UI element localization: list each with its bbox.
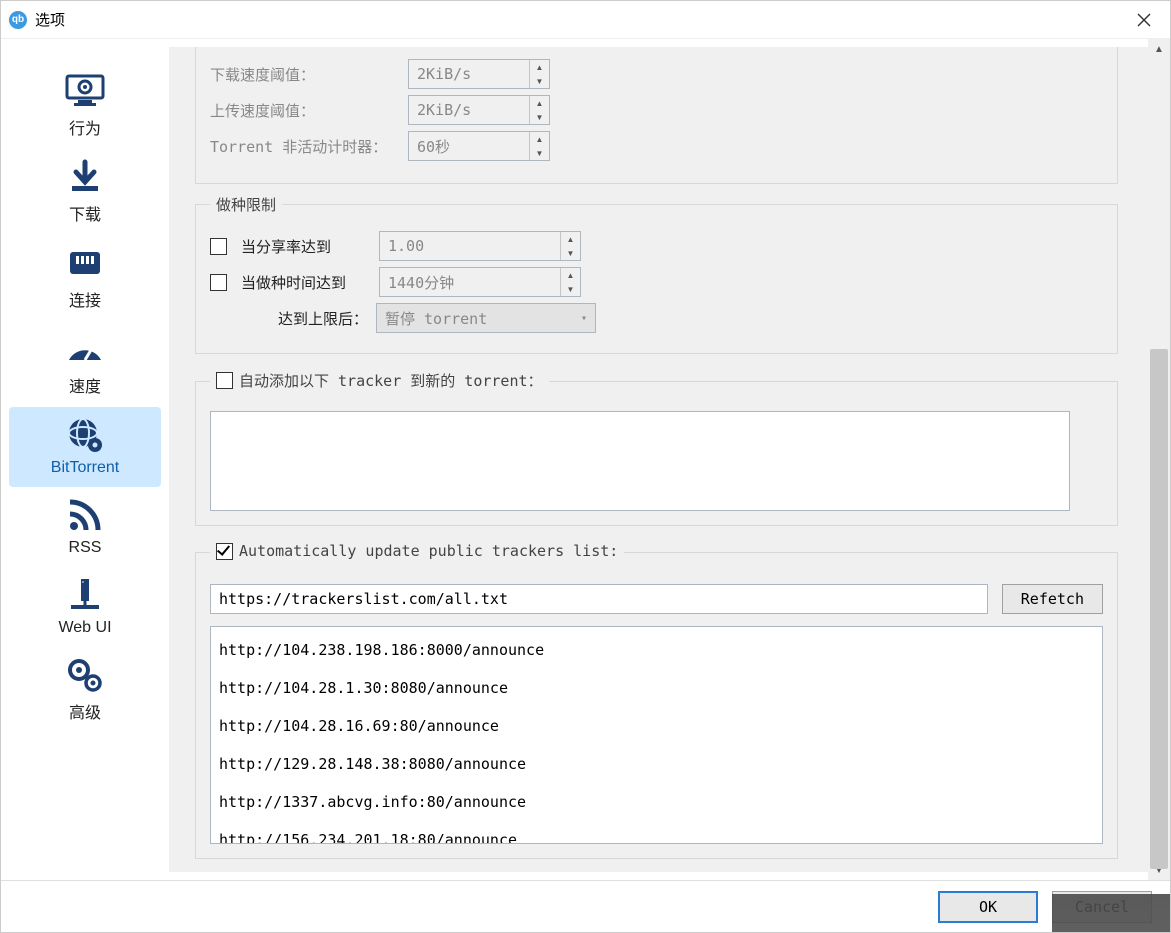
seeding-limits-group: 做种限制 当分享率达到 ▲▼ 当做种时间达到 xyxy=(195,194,1118,354)
ratio-label: 当分享率达到 xyxy=(241,236,371,257)
spin-down-icon: ▼ xyxy=(530,74,549,88)
sidebar-label: 连接 xyxy=(69,287,101,311)
sidebar-item-bittorrent[interactable]: BitTorrent xyxy=(9,407,161,487)
ratio-checkbox[interactable] xyxy=(210,238,227,255)
auto-add-label: 自动添加以下 tracker 到新的 torrent： xyxy=(239,370,543,391)
sidebar-item-advanced[interactable]: 高级 xyxy=(9,647,161,733)
content-scrollbar[interactable]: ▲ ▼ xyxy=(1148,39,1170,880)
sidebar-item-downloads[interactable]: 下载 xyxy=(9,149,161,235)
close-button[interactable] xyxy=(1126,6,1162,34)
content-pane: 下载速度阈值： ▲▼ 上传速度阈值： ▲▼ xyxy=(169,47,1148,872)
trackers-url-input[interactable] xyxy=(210,584,988,614)
tracker-row: http://129.28.148.38:8080/announce xyxy=(211,749,1102,787)
spin-down-icon: ▼ xyxy=(530,146,549,160)
gears-icon xyxy=(63,653,107,697)
spin-down-icon: ▼ xyxy=(561,282,580,296)
sidebar-item-behavior[interactable]: 行为 xyxy=(9,63,161,149)
auto-update-label: Automatically update public trackers lis… xyxy=(239,542,618,560)
ethernet-icon xyxy=(64,241,106,285)
sidebar-label: BitTorrent xyxy=(51,459,119,477)
titlebar: qb 选项 xyxy=(1,1,1170,39)
scroll-up-icon[interactable]: ▲ xyxy=(1148,39,1170,59)
ul-threshold-label: 上传速度阈值： xyxy=(210,100,400,121)
scroll-thumb[interactable] xyxy=(1150,349,1168,869)
sidebar-label: 速度 xyxy=(69,373,101,397)
auto-update-checkbox[interactable] xyxy=(216,543,233,560)
resize-grip-shadow xyxy=(1052,894,1170,932)
spin-up-icon: ▲ xyxy=(561,268,580,282)
tracker-row: http://104.238.198.186:8000/announce xyxy=(211,635,1102,673)
auto-add-textarea[interactable] xyxy=(210,411,1070,511)
then-action-value: 暂停 torrent xyxy=(385,308,487,329)
sidebar-label: 高级 xyxy=(69,699,101,723)
tracker-row: http://1337.abcvg.info:80/announce xyxy=(211,787,1102,825)
then-action-select: 暂停 torrent ▾ xyxy=(376,303,596,333)
inactivity-value xyxy=(409,133,529,159)
seedtime-spin: ▲▼ xyxy=(379,267,581,297)
sidebar-item-speed[interactable]: 速度 xyxy=(9,321,161,407)
seedtime-label: 当做种时间达到 xyxy=(241,272,371,293)
gauge-icon xyxy=(63,327,107,371)
seeding-legend: 做种限制 xyxy=(210,194,282,215)
chevron-down-icon: ▾ xyxy=(581,313,587,324)
sidebar-item-rss[interactable]: RSS xyxy=(9,487,161,567)
auto-add-trackers-group: 自动添加以下 tracker 到新的 torrent： xyxy=(195,370,1118,526)
inactivity-label: Torrent 非活动计时器： xyxy=(210,136,400,157)
sidebar-label: 下载 xyxy=(69,201,101,225)
dl-threshold-value xyxy=(409,61,529,87)
spin-down-icon: ▼ xyxy=(561,246,580,260)
sidebar-item-webui[interactable]: Web UI xyxy=(9,567,161,647)
window-title: 选项 xyxy=(35,9,65,30)
options-window: qb 选项 行为 下载 xyxy=(0,0,1171,933)
trackers-list[interactable]: http://104.238.198.186:8000/announce htt… xyxy=(210,626,1103,844)
sidebar-label: Web UI xyxy=(58,619,111,637)
thresholds-group: 下载速度阈值： ▲▼ 上传速度阈值： ▲▼ xyxy=(195,47,1118,184)
auto-update-trackers-group: Automatically update public trackers lis… xyxy=(195,542,1118,859)
spin-up-icon: ▲ xyxy=(561,232,580,246)
app-icon: qb xyxy=(9,11,27,29)
sidebar: 行为 下载 连接 速度 xyxy=(1,39,169,880)
seedtime-value xyxy=(380,269,560,295)
dl-threshold-label: 下载速度阈值： xyxy=(210,64,400,85)
ul-threshold-spin: ▲▼ xyxy=(408,95,550,125)
monitor-gear-icon xyxy=(64,69,106,113)
ratio-value xyxy=(380,233,560,259)
seedtime-checkbox[interactable] xyxy=(210,274,227,291)
spin-up-icon: ▲ xyxy=(530,132,549,146)
ul-threshold-value xyxy=(409,97,529,123)
ratio-spin: ▲▼ xyxy=(379,231,581,261)
sidebar-label: 行为 xyxy=(69,115,101,139)
ok-button[interactable]: OK xyxy=(938,891,1038,923)
then-label: 达到上限后： xyxy=(256,308,368,329)
tracker-row: http://156.234.201.18:80/announce xyxy=(211,825,1102,844)
sidebar-item-connection[interactable]: 连接 xyxy=(9,235,161,321)
dl-threshold-spin: ▲▼ xyxy=(408,59,550,89)
server-icon xyxy=(65,573,105,617)
spin-down-icon: ▼ xyxy=(530,110,549,124)
tracker-row: http://104.28.1.30:8080/announce xyxy=(211,673,1102,711)
rss-icon xyxy=(65,493,105,537)
inactivity-spin: ▲▼ xyxy=(408,131,550,161)
spin-up-icon: ▲ xyxy=(530,96,549,110)
spin-up-icon: ▲ xyxy=(530,60,549,74)
sidebar-label: RSS xyxy=(69,539,102,557)
tracker-row: http://104.28.16.69:80/announce xyxy=(211,711,1102,749)
auto-add-checkbox[interactable] xyxy=(216,372,233,389)
scroll-track[interactable] xyxy=(1148,59,1170,860)
refetch-button[interactable]: Refetch xyxy=(1002,584,1103,614)
globe-gear-icon xyxy=(63,413,107,457)
download-icon xyxy=(64,155,106,199)
dialog-footer: OK Cancel xyxy=(1,880,1170,932)
close-icon xyxy=(1137,13,1151,27)
